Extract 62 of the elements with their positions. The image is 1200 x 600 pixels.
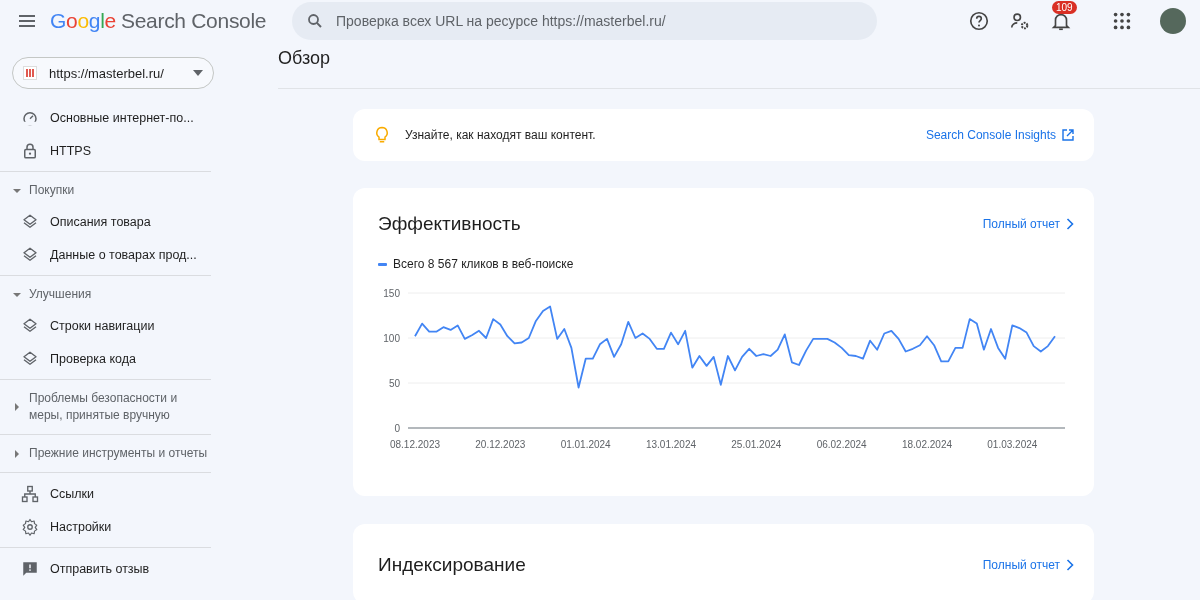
- property-selector[interactable]: https://masterbel.ru/: [12, 57, 214, 89]
- settings-icon: [21, 517, 39, 536]
- caret-icon: [193, 70, 203, 76]
- nav-item[interactable]: Данные о товарах прод...: [0, 238, 211, 271]
- user-settings-icon[interactable]: [1009, 10, 1031, 32]
- sitemap-icon: [21, 484, 39, 503]
- x-tick-label: 18.02.2024: [901, 439, 953, 450]
- nav-item[interactable]: Ссылки: [0, 477, 211, 510]
- card-title: Индексирование: [378, 554, 526, 576]
- nav-group-header[interactable]: Улучшения: [29, 286, 92, 303]
- help-icon[interactable]: [968, 10, 990, 32]
- x-tick-label: 08.12.2023: [389, 439, 441, 450]
- chevron-right-icon: [1066, 218, 1074, 230]
- y-tick-label: 0: [394, 423, 400, 434]
- nav-item[interactable]: Основные интернет-по...: [0, 101, 211, 134]
- insights-text: Узнайте, как находят ваш контент.: [405, 128, 596, 142]
- nav-group-header[interactable]: Покупки: [29, 182, 75, 199]
- x-tick-label: 06.02.2024: [816, 439, 867, 450]
- nav-item[interactable]: Проверка кода: [0, 342, 211, 375]
- y-tick-label: 50: [388, 378, 400, 389]
- avatar[interactable]: [1160, 8, 1186, 34]
- nav-item[interactable]: Строки навигации: [0, 309, 211, 342]
- y-tick-label: 150: [383, 288, 400, 299]
- caret-icon[interactable]: [13, 290, 21, 299]
- lock-icon: [21, 141, 39, 160]
- full-report-link[interactable]: Полный отчет: [982, 217, 1074, 231]
- x-tick-label: 01.03.2024: [987, 439, 1038, 450]
- menu-icon[interactable]: [18, 12, 36, 30]
- caret-icon[interactable]: [13, 186, 21, 195]
- nav-item[interactable]: Отправить отзыв: [0, 552, 211, 585]
- apps-icon[interactable]: [1111, 10, 1133, 32]
- external-link-icon: [1062, 129, 1074, 141]
- caret-icon[interactable]: [13, 449, 21, 458]
- layers-icon: [21, 212, 39, 231]
- nav-item[interactable]: Настройки: [0, 510, 211, 543]
- full-report-link[interactable]: Полный отчет: [982, 558, 1074, 572]
- logo-wordmark: Google: [50, 9, 116, 32]
- y-tick-label: 100: [383, 333, 400, 344]
- insights-link[interactable]: Search Console Insights: [925, 128, 1074, 142]
- feedback-icon: [21, 559, 39, 578]
- legend-label: Всего 8 567 кликов в веб-поиске: [393, 257, 574, 271]
- x-tick-label: 25.01.2024: [731, 439, 782, 450]
- site-favicon-icon: [23, 66, 37, 80]
- nav-group-header[interactable]: Прежние инструменты и отчеты: [29, 445, 208, 462]
- chevron-right-icon: [1066, 559, 1074, 571]
- search-icon: [306, 12, 324, 30]
- x-tick-label: 01.01.2024: [560, 439, 611, 450]
- search-field[interactable]: Проверка всех URL на ресурсе https://masterbel.ru/: [292, 2, 877, 40]
- layers-icon: [21, 245, 39, 264]
- x-tick-label: 20.12.2023: [475, 439, 526, 450]
- nav-group-header[interactable]: Проблемы безопасности и меры, принятые вручную: [29, 390, 209, 424]
- product-name: Search Console: [121, 9, 267, 32]
- page-title: Обзор: [278, 48, 330, 69]
- lightbulb-icon: [373, 126, 391, 144]
- notification-badge: 109: [1052, 1, 1077, 14]
- x-tick-label: 13.01.2024: [645, 439, 697, 450]
- card-title: Эффективность: [378, 213, 521, 235]
- nav-item[interactable]: HTTPS: [0, 134, 211, 167]
- layers-icon: [21, 316, 39, 335]
- caret-icon[interactable]: [13, 403, 21, 411]
- nav-item[interactable]: Описания товара: [0, 205, 211, 238]
- layers-icon: [21, 349, 39, 368]
